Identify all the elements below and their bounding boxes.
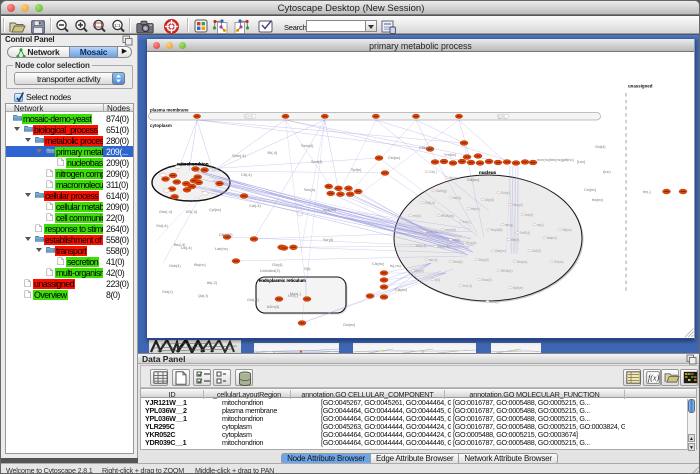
- svg-text:tm(-): tm(-): [643, 190, 652, 194]
- svg-text:tea(nc): tea(nc): [547, 236, 557, 240]
- svg-text:Spt(n): Spt(n): [351, 168, 362, 172]
- svg-text:Sate(-4): Sate(-4): [232, 154, 246, 158]
- svg-text:GdA(-4): GdA(-4): [438, 245, 449, 249]
- svg-text:Che(nc): Che(nc): [419, 146, 433, 150]
- svg-text:Nsr(nc): Nsr(nc): [517, 260, 527, 264]
- svg-text:t5b(4): t5b(4): [511, 238, 519, 242]
- svg-text:bsr(4): bsr(4): [453, 196, 461, 200]
- svg-text:tRN(e): tRN(e): [490, 300, 499, 304]
- svg-text:Lab(nc): Lab(nc): [215, 247, 229, 251]
- svg-text:endoplasmic reticulum: endoplasmic reticulum: [259, 278, 306, 283]
- svg-text:Tst(nc): Tst(nc): [562, 228, 572, 232]
- svg-text:tRNA(e): tRNA(e): [501, 269, 513, 273]
- svg-text:Cis(nc): Cis(nc): [395, 288, 408, 292]
- svg-text:Qa(-t): Qa(-t): [198, 294, 209, 298]
- svg-text:nucleus: nucleus: [479, 170, 497, 175]
- svg-text:Cst(e): Cst(e): [501, 191, 510, 195]
- svg-text:tsr(-4): tsr(-4): [429, 258, 438, 262]
- svg-text:Gen(-4): Gen(-4): [159, 210, 173, 214]
- svg-text:Nop(4): Nop(4): [513, 203, 523, 207]
- svg-text:brr(-4): brr(-4): [463, 284, 472, 288]
- svg-text:Cst(nc): Cst(nc): [388, 156, 401, 160]
- svg-text:Sse(-4): Sse(-4): [427, 230, 437, 234]
- svg-text:Dbp(4): Dbp(4): [479, 258, 489, 262]
- svg-text:rcl(4): rcl(4): [453, 238, 460, 242]
- svg-text:Gal(nc): Gal(nc): [467, 178, 480, 182]
- svg-text:Gst(-4): Gst(-4): [156, 224, 169, 228]
- svg-text:Vit(-4): Vit(-4): [267, 151, 278, 155]
- svg-text:f(x): f(x): [648, 374, 659, 383]
- svg-text:Stn(4): Stn(4): [415, 269, 424, 273]
- svg-text:Glu(4): Glu(4): [272, 263, 283, 267]
- svg-text:[t,m]: [t,m]: [499, 114, 505, 118]
- svg-text:Smt(4): Smt(4): [311, 160, 323, 164]
- svg-text:rrn(4): rrn(4): [413, 214, 421, 218]
- svg-text:Cat(-4): Cat(-4): [249, 204, 262, 208]
- svg-text:1:1: 1:1: [114, 23, 121, 28]
- svg-text:tss(nc): tss(nc): [592, 198, 604, 202]
- svg-text:cytoplasm: cytoplasm: [150, 123, 172, 128]
- svg-text:Ctt(-4): Ctt(-4): [241, 173, 252, 177]
- svg-text:SnR(4): SnR(4): [520, 231, 530, 235]
- svg-text:tVr(nc): tVr(nc): [554, 260, 563, 264]
- svg-text:[t,nc]: [t,nc]: [577, 160, 585, 164]
- svg-text:G(t): G(t): [304, 267, 311, 271]
- svg-text:Sato(4): Sato(4): [301, 144, 314, 148]
- svg-text:mcm(4): mcm(4): [445, 228, 456, 232]
- svg-text:Ynt(nc): Ynt(nc): [444, 153, 457, 157]
- svg-text:Dik(-10): Dik(-10): [219, 233, 233, 237]
- svg-text:Ua(-4): Ua(-4): [181, 246, 192, 250]
- svg-text:tRNA(nc): tRNA(nc): [441, 214, 454, 218]
- svg-text:t5c(n): t5c(n): [449, 176, 457, 180]
- svg-text:tbt(-2): tbt(-2): [207, 281, 218, 285]
- svg-text:Mnn(-): Mnn(-): [288, 294, 298, 298]
- svg-text:Spb(e): Spb(e): [513, 286, 523, 290]
- svg-text:t20(-4): t20(-4): [186, 210, 198, 214]
- svg-text:Nop5(6): Nop5(6): [491, 228, 503, 232]
- svg-text:t(nc): t(nc): [603, 170, 611, 174]
- svg-text:Gst(-t): Gst(-t): [162, 290, 173, 294]
- svg-text:Gsh(4): Gsh(4): [169, 264, 181, 268]
- svg-text:Gar(nc): Gar(nc): [495, 249, 506, 253]
- svg-text:mitochondrion: mitochondrion: [177, 162, 209, 167]
- svg-text:mcr(nc)brn(nc)gdt(nc): mcr(nc)brn(nc)gdt(nc): [537, 158, 574, 162]
- svg-text:unassigned: unassigned: [628, 84, 653, 89]
- svg-text:Gale(g): Gale(g): [436, 189, 447, 193]
- svg-text:Sev(n): Sev(n): [304, 188, 316, 192]
- svg-text:tin(nc): tin(nc): [471, 207, 480, 211]
- svg-text:Cyt(nc): Cyt(nc): [209, 208, 222, 212]
- svg-text:tsn(g): tsn(g): [505, 223, 513, 227]
- svg-text:Unfolded(2): Unfolded(2): [260, 269, 281, 273]
- svg-text:plasma membrane: plasma membrane: [150, 108, 189, 113]
- svg-text:Utp(4): Utp(4): [485, 198, 494, 202]
- svg-text:t5G(-4): t5G(-4): [416, 244, 426, 248]
- svg-text:Vps(nc): Vps(nc): [323, 208, 337, 212]
- svg-text:t5s(nc): t5s(nc): [194, 263, 206, 267]
- svg-text:Scr(4): Scr(4): [323, 238, 334, 242]
- svg-text:p-i-m: p-i-m: [246, 114, 254, 118]
- svg-text:Gat(-): Gat(-): [429, 170, 437, 174]
- svg-text:t(4): t(4): [435, 278, 440, 282]
- svg-text:bZm(4): bZm(4): [267, 305, 280, 309]
- svg-text:brn(-): brn(-): [463, 220, 471, 224]
- svg-text:Cst(-4): Cst(-4): [425, 201, 435, 205]
- svg-text:Cbf(4): Cbf(4): [532, 249, 541, 253]
- svg-text:Gw(nc): Gw(nc): [343, 323, 356, 327]
- svg-text:Cis(nc): Cis(nc): [372, 262, 385, 266]
- svg-text:Snn(4): Snn(4): [453, 260, 463, 264]
- svg-text:brx(4): brx(4): [525, 213, 533, 217]
- svg-text:ts(-nc): ts(-nc): [390, 264, 401, 268]
- svg-text:Snu(4): Snu(4): [482, 278, 492, 282]
- svg-text:Gst(-4): Gst(-4): [247, 298, 260, 302]
- svg-text:Pop(c): Pop(c): [467, 241, 476, 245]
- svg-text:rrp(-): rrp(-): [537, 223, 544, 227]
- svg-text:Cst(nc): Cst(nc): [584, 188, 597, 192]
- svg-text:Gst(4): Gst(4): [595, 145, 606, 149]
